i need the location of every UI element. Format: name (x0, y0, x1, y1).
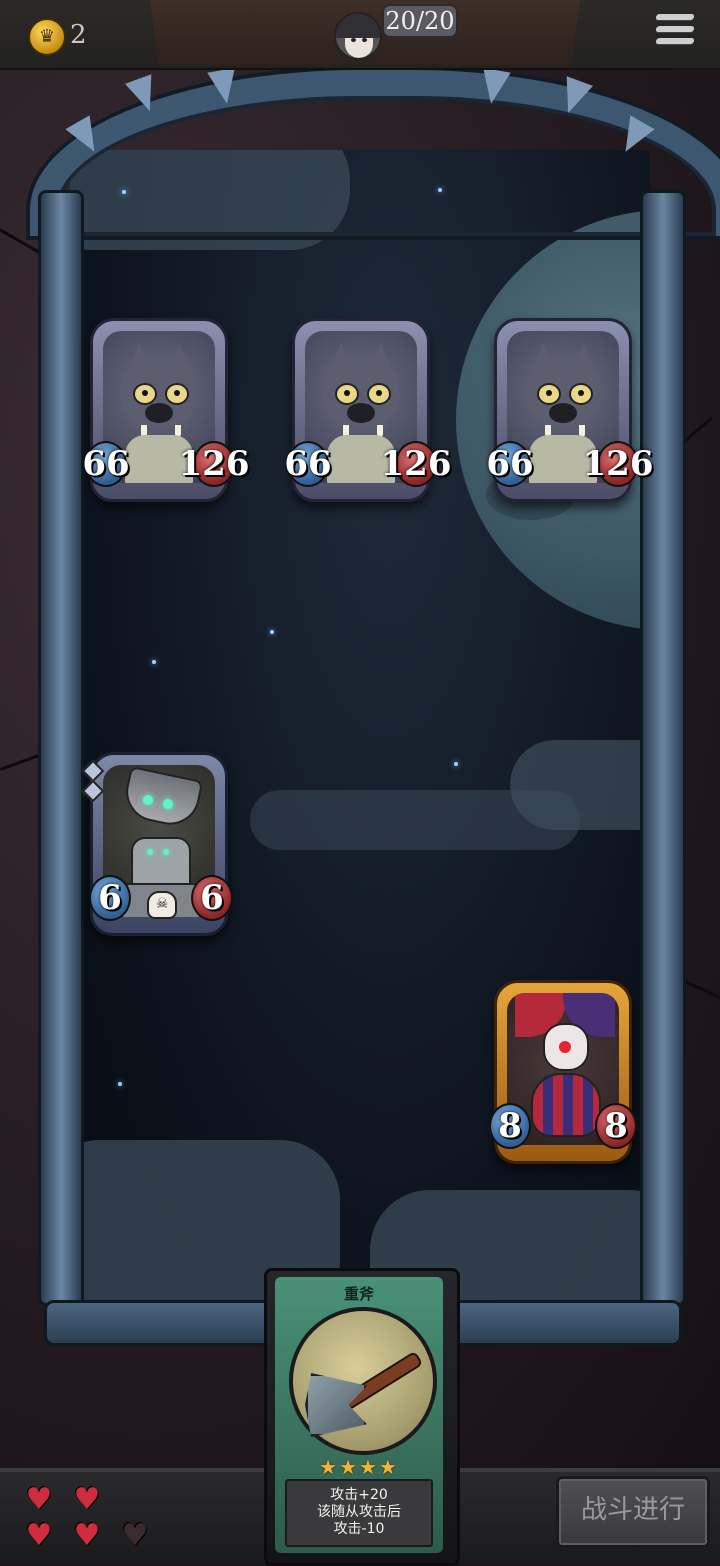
hand-card-heavy-axe[interactable]: 重斧 ★★★★ 攻击+20 该随从攻击后 攻击-10 (264, 1268, 460, 1566)
heart-icon: ♥ (73, 1518, 101, 1553)
ally-card-clown[interactable]: 8 8 (489, 980, 637, 1164)
rarity-stars: ★★★★ (319, 1455, 399, 1479)
enemy-card-wolf-1[interactable]: 66 126 (82, 318, 250, 502)
health-badge: 126 (381, 441, 452, 487)
attack-badge: 66 (82, 441, 130, 487)
enemy-card-wolf-3[interactable]: 66 126 (486, 318, 654, 502)
card-description-line: 攻击-10 (333, 1521, 385, 1537)
card-description-line: 攻击+20 (330, 1487, 388, 1503)
frame-fang (207, 67, 241, 107)
gold-count: 2 (70, 20, 87, 50)
health-badge: 126 (179, 441, 250, 487)
frame-pillar-left (38, 190, 84, 1306)
battle-start-button[interactable]: 战斗进行 (556, 1476, 710, 1548)
enemy-card-wolf-2[interactable]: 66 126 (284, 318, 452, 502)
attack-badge: 66 (486, 441, 534, 487)
heart-icon: ♥ (25, 1518, 53, 1553)
attack-badge: 6 (89, 875, 131, 921)
frame-fang (477, 67, 511, 107)
crown-coin-icon: ♛ (28, 18, 66, 56)
heart-icon: ♥ (73, 1482, 101, 1517)
card-description-line: 该随从攻击后 (317, 1504, 401, 1520)
ally-card-robot[interactable]: ☠ 6 6 (81, 752, 233, 936)
star (454, 762, 458, 766)
card-description: 攻击+20 该随从攻击后 攻击-10 (285, 1479, 433, 1547)
frame-pillar-right (640, 190, 686, 1306)
attack-badge: 66 (284, 441, 332, 487)
heart-empty-icon: ♥ (121, 1518, 149, 1553)
hero-hp: 20/20 (382, 4, 458, 38)
health-badge: 6 (191, 875, 233, 921)
hamburger-menu-icon[interactable] (655, 14, 695, 50)
star (270, 630, 274, 634)
top-bar: ♛ 2 20/20 (0, 0, 720, 70)
cloud (250, 790, 580, 850)
hero-portrait[interactable] (334, 12, 382, 60)
card-title: 重斧 (343, 1285, 374, 1303)
health-badge: 126 (583, 441, 654, 487)
axe-icon (289, 1307, 437, 1455)
star (152, 660, 156, 664)
attack-badge: 8 (489, 1103, 531, 1149)
star (118, 1082, 122, 1086)
health-badge: 8 (595, 1103, 637, 1149)
skull-icon: ☠ (147, 891, 177, 919)
heart-icon: ♥ (25, 1482, 53, 1517)
